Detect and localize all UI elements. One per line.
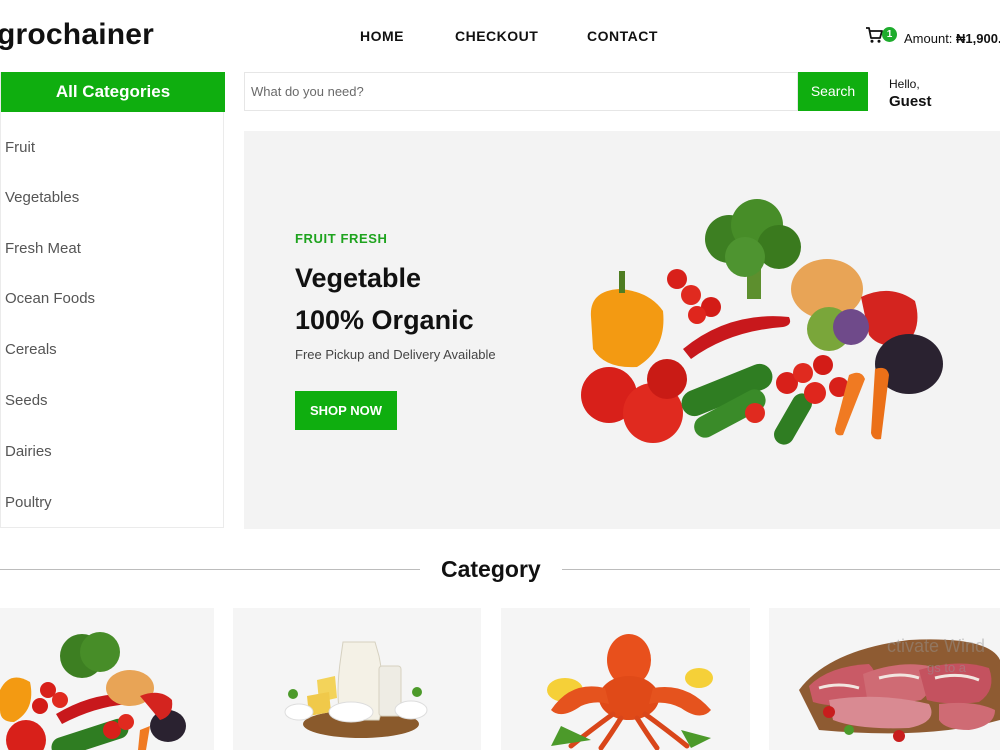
category-item-seeds[interactable]: Seeds [1, 366, 225, 417]
search-input[interactable] [245, 73, 797, 110]
divider-right [562, 569, 1000, 570]
divider-left [0, 569, 420, 570]
categories-sidebar: All Categories Fruit Vegetables Fresh Me… [0, 72, 225, 528]
seafood-image [547, 634, 713, 750]
category-list: Fruit Vegetables Fresh Meat Ocean Foods … [1, 112, 225, 518]
greeting-user-name: Guest [889, 93, 932, 110]
cart-amount: Amount: ₦1,900. [904, 31, 1000, 46]
hero-title-line2: 100% Organic [295, 305, 474, 335]
category-card-dairy[interactable] [233, 608, 481, 750]
vegetables-image [0, 632, 186, 750]
hero-title-line1: Vegetable [295, 263, 422, 293]
search-form [244, 72, 798, 111]
activate-windows-subtext: gs to a [927, 660, 967, 675]
nav-home[interactable]: HOME [360, 28, 455, 44]
nav-checkout[interactable]: CHECKOUT [455, 28, 587, 44]
dairy-image [284, 641, 428, 738]
hero-subtitle: Free Pickup and Delivery Available [295, 347, 496, 362]
cart-count-badge: 1 [882, 27, 897, 42]
search-button[interactable]: Search [798, 72, 868, 111]
site-logo[interactable]: grochainer [0, 18, 154, 52]
category-cards [0, 608, 1000, 750]
user-greeting[interactable]: Hello, Guest [889, 77, 932, 110]
category-card-vegetables[interactable] [0, 608, 214, 750]
all-categories-button[interactable]: All Categories [1, 72, 225, 112]
activate-windows-watermark: ctivate Wind [887, 636, 986, 656]
category-section-header: Category [0, 552, 1000, 586]
cart-amount-label: Amount: [904, 31, 953, 46]
category-section-title: Category [441, 556, 541, 582]
header: grochainer HOME CHECKOUT CONTACT 1 Amoun… [0, 0, 1000, 72]
category-item-fruit[interactable]: Fruit [1, 112, 225, 163]
nav-contact[interactable]: CONTACT [587, 28, 658, 44]
category-item-cereals[interactable]: Cereals [1, 315, 225, 366]
vegetables-image [581, 199, 943, 445]
greeting-hello: Hello, [889, 77, 920, 91]
hero-title: Vegetable 100% Organic [295, 257, 474, 341]
category-card-seafood[interactable] [501, 608, 750, 750]
cart-amount-value: ₦1,900. [956, 31, 1000, 46]
hero-banner: FRUIT FRESH Vegetable 100% Organic Free … [244, 131, 1000, 529]
category-card-meat[interactable] [769, 608, 1000, 750]
category-item-ocean-foods[interactable]: Ocean Foods [1, 264, 225, 315]
cart-icon[interactable] [865, 26, 883, 44]
hero-tag: FRUIT FRESH [295, 231, 388, 246]
category-item-vegetables[interactable]: Vegetables [1, 163, 225, 214]
cart-summary[interactable]: 1 Amount: ₦1,900. [865, 26, 1000, 48]
category-item-fresh-meat[interactable]: Fresh Meat [1, 214, 225, 265]
shop-now-button[interactable]: SHOP NOW [295, 391, 397, 430]
category-item-poultry[interactable]: Poultry [1, 468, 225, 519]
main-nav: HOME CHECKOUT CONTACT [360, 28, 658, 44]
category-item-dairies[interactable]: Dairies [1, 417, 225, 468]
